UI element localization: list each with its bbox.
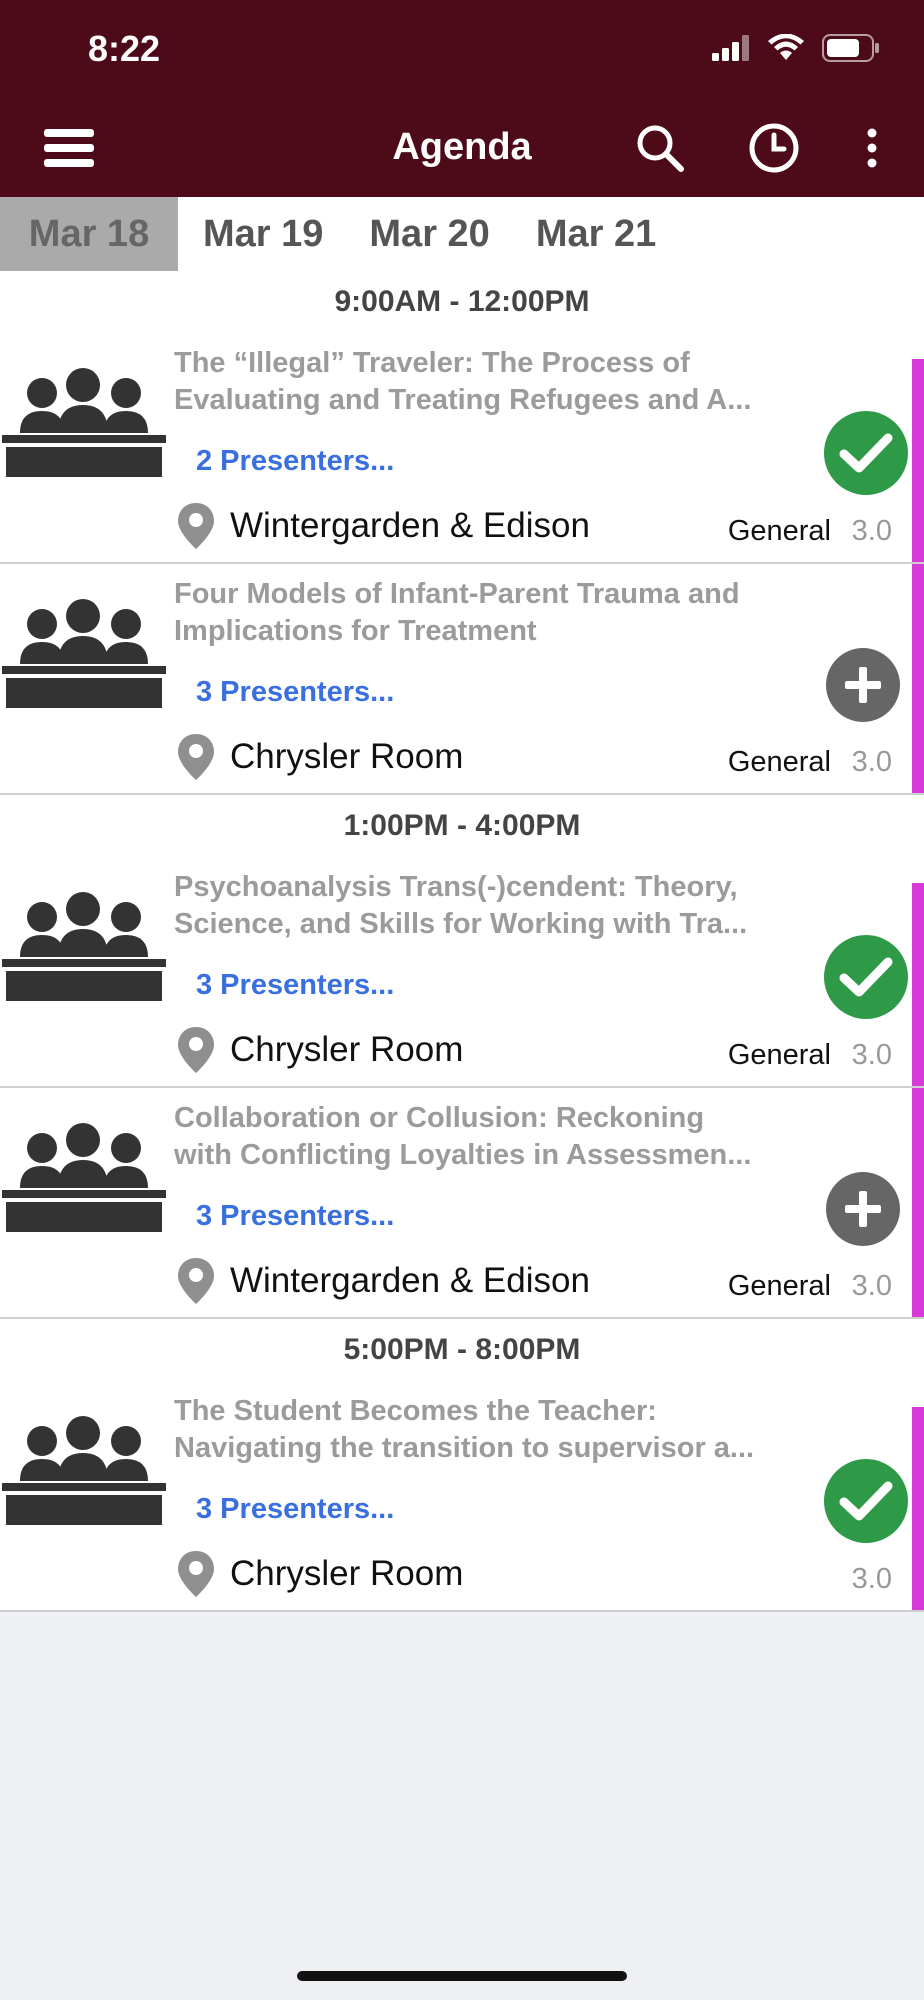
location-pin-icon	[178, 734, 214, 780]
added-button[interactable]	[824, 411, 908, 495]
location-label: Chrysler Room	[230, 1554, 464, 1593]
session-type: General	[727, 746, 831, 778]
presenters-link[interactable]: 3 Presenters...	[196, 1200, 394, 1233]
history-button[interactable]	[744, 118, 804, 178]
presenters-link[interactable]: 2 Presenters...	[196, 445, 394, 478]
add-button[interactable]	[826, 1172, 900, 1246]
accent-bar	[912, 1407, 924, 1610]
search-icon	[637, 125, 684, 172]
agenda-list: 9:00AM - 12:00PM The “Illegal” Traveler:…	[0, 271, 924, 1612]
more-button[interactable]	[842, 118, 902, 178]
session-item[interactable]: Psychoanalysis Trans(-)cendent: Theory, …	[0, 857, 924, 1088]
date-tabs: Mar 18 Mar 19 Mar 20 Mar 21	[0, 197, 924, 273]
session-title[interactable]: The “Illegal” Traveler: The Process of E…	[174, 345, 814, 419]
more-vertical-icon	[867, 128, 877, 168]
session-people-icon	[2, 368, 166, 477]
add-button[interactable]	[826, 648, 900, 722]
time-slot-header: 5:00PM - 8:00PM	[0, 1319, 924, 1381]
location: Chrysler Room	[176, 1551, 463, 1597]
plus-icon	[845, 667, 881, 703]
presenters-link[interactable]: 3 Presenters...	[196, 1493, 394, 1526]
session-people-icon	[2, 1123, 166, 1232]
added-button[interactable]	[824, 935, 908, 1019]
session-item[interactable]: Four Models of Infant-Parent Trauma and …	[0, 564, 924, 795]
checkmark-icon	[839, 957, 893, 997]
tab-mar-18[interactable]: Mar 18	[0, 197, 178, 271]
session-people-icon	[2, 892, 166, 1001]
location-pin-icon	[178, 1027, 214, 1073]
accent-bar	[912, 564, 924, 793]
location-pin-icon	[178, 503, 214, 549]
search-button[interactable]	[630, 118, 690, 178]
presenters-link[interactable]: 3 Presenters...	[196, 676, 394, 709]
session-people-icon	[2, 1416, 166, 1525]
session-title[interactable]: Psychoanalysis Trans(-)cendent: Theory, …	[174, 869, 814, 943]
accent-bar	[912, 883, 924, 1086]
app-bar: Agenda	[0, 100, 924, 197]
cellular-signal-icon	[712, 35, 749, 61]
session-item[interactable]: The “Illegal” Traveler: The Process of E…	[0, 333, 924, 564]
tab-mar-19[interactable]: Mar 19	[178, 197, 346, 271]
accent-bar	[912, 1088, 924, 1317]
status-icons	[712, 34, 880, 62]
session-credits: 3.0	[851, 1563, 892, 1595]
session-credits: 3.0	[851, 1270, 892, 1302]
time-slot-header: 1:00PM - 4:00PM	[0, 795, 924, 857]
location: Chrysler Room	[176, 1027, 463, 1073]
battery-icon	[822, 34, 879, 62]
session-title[interactable]: Collaboration or Collusion: Reckoning wi…	[174, 1100, 814, 1174]
location-pin-icon	[178, 1258, 214, 1304]
session-type: General	[727, 1270, 831, 1302]
session-people-icon	[2, 599, 166, 708]
added-button[interactable]	[824, 1459, 908, 1543]
location-label: Wintergarden & Edison	[230, 1261, 590, 1300]
clock-icon	[749, 123, 799, 173]
accent-bar	[912, 359, 924, 562]
location: Chrysler Room	[176, 734, 463, 780]
location-label: Wintergarden & Edison	[230, 506, 590, 545]
presenters-link[interactable]: 3 Presenters...	[196, 969, 394, 1002]
time-slot-header: 9:00AM - 12:00PM	[0, 271, 924, 333]
wifi-icon	[768, 34, 804, 60]
session-item[interactable]: Collaboration or Collusion: Reckoning wi…	[0, 1088, 924, 1319]
location: Wintergarden & Edison	[176, 1258, 590, 1304]
location-label: Chrysler Room	[230, 737, 464, 776]
status-bar: 8:22	[0, 0, 924, 100]
tab-mar-21[interactable]: Mar 21	[513, 197, 679, 271]
location-label: Chrysler Room	[230, 1030, 464, 1069]
checkmark-icon	[839, 433, 893, 473]
status-time: 8:22	[88, 28, 161, 69]
session-type: General	[727, 1039, 831, 1071]
checkmark-icon	[839, 1481, 893, 1521]
home-indicator	[297, 1971, 627, 1981]
session-title[interactable]: The Student Becomes the Teacher: Navigat…	[174, 1393, 814, 1467]
session-title[interactable]: Four Models of Infant-Parent Trauma and …	[174, 576, 814, 650]
session-item[interactable]: The Student Becomes the Teacher: Navigat…	[0, 1381, 924, 1612]
plus-icon	[845, 1191, 881, 1227]
session-credits: 3.0	[851, 1039, 892, 1071]
location: Wintergarden & Edison	[176, 503, 590, 549]
session-type: General	[727, 515, 831, 547]
location-pin-icon	[178, 1551, 214, 1597]
tab-mar-20[interactable]: Mar 20	[346, 197, 512, 271]
session-credits: 3.0	[851, 746, 892, 778]
session-credits: 3.0	[851, 515, 892, 547]
